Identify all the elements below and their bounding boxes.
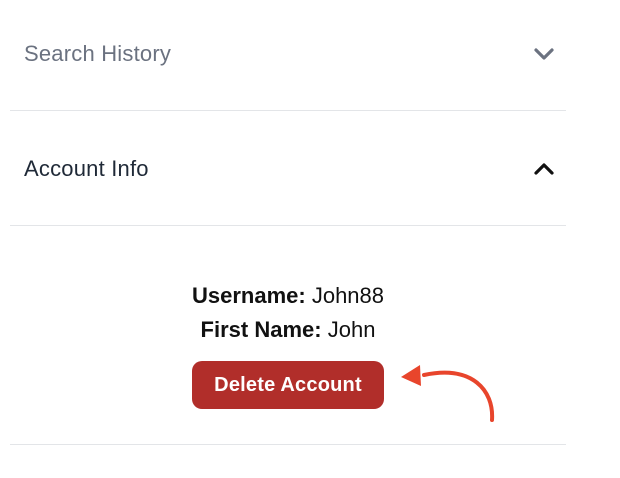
first-name-label: First Name: — [200, 317, 322, 342]
username-row: Username: John88 — [10, 283, 566, 309]
curved-arrow-icon — [392, 360, 504, 430]
username-label: Username: — [191, 283, 306, 308]
chevron-down-icon[interactable] — [532, 42, 556, 66]
account-settings-panel: Search History Account Info Username: Jo… — [0, 0, 620, 478]
account-info-section-header[interactable]: Account Info — [10, 111, 566, 226]
search-history-title: Search History — [24, 41, 172, 66]
delete-account-button[interactable]: Delete Account — [192, 361, 384, 409]
first-name-value: John — [327, 317, 376, 342]
chevron-up-icon[interactable] — [532, 157, 556, 181]
account-info-title: Account Info — [24, 156, 149, 181]
username-value: John88 — [311, 283, 385, 308]
first-name-row: First Name: John — [10, 317, 566, 343]
search-history-section-header[interactable]: Search History — [10, 0, 566, 111]
